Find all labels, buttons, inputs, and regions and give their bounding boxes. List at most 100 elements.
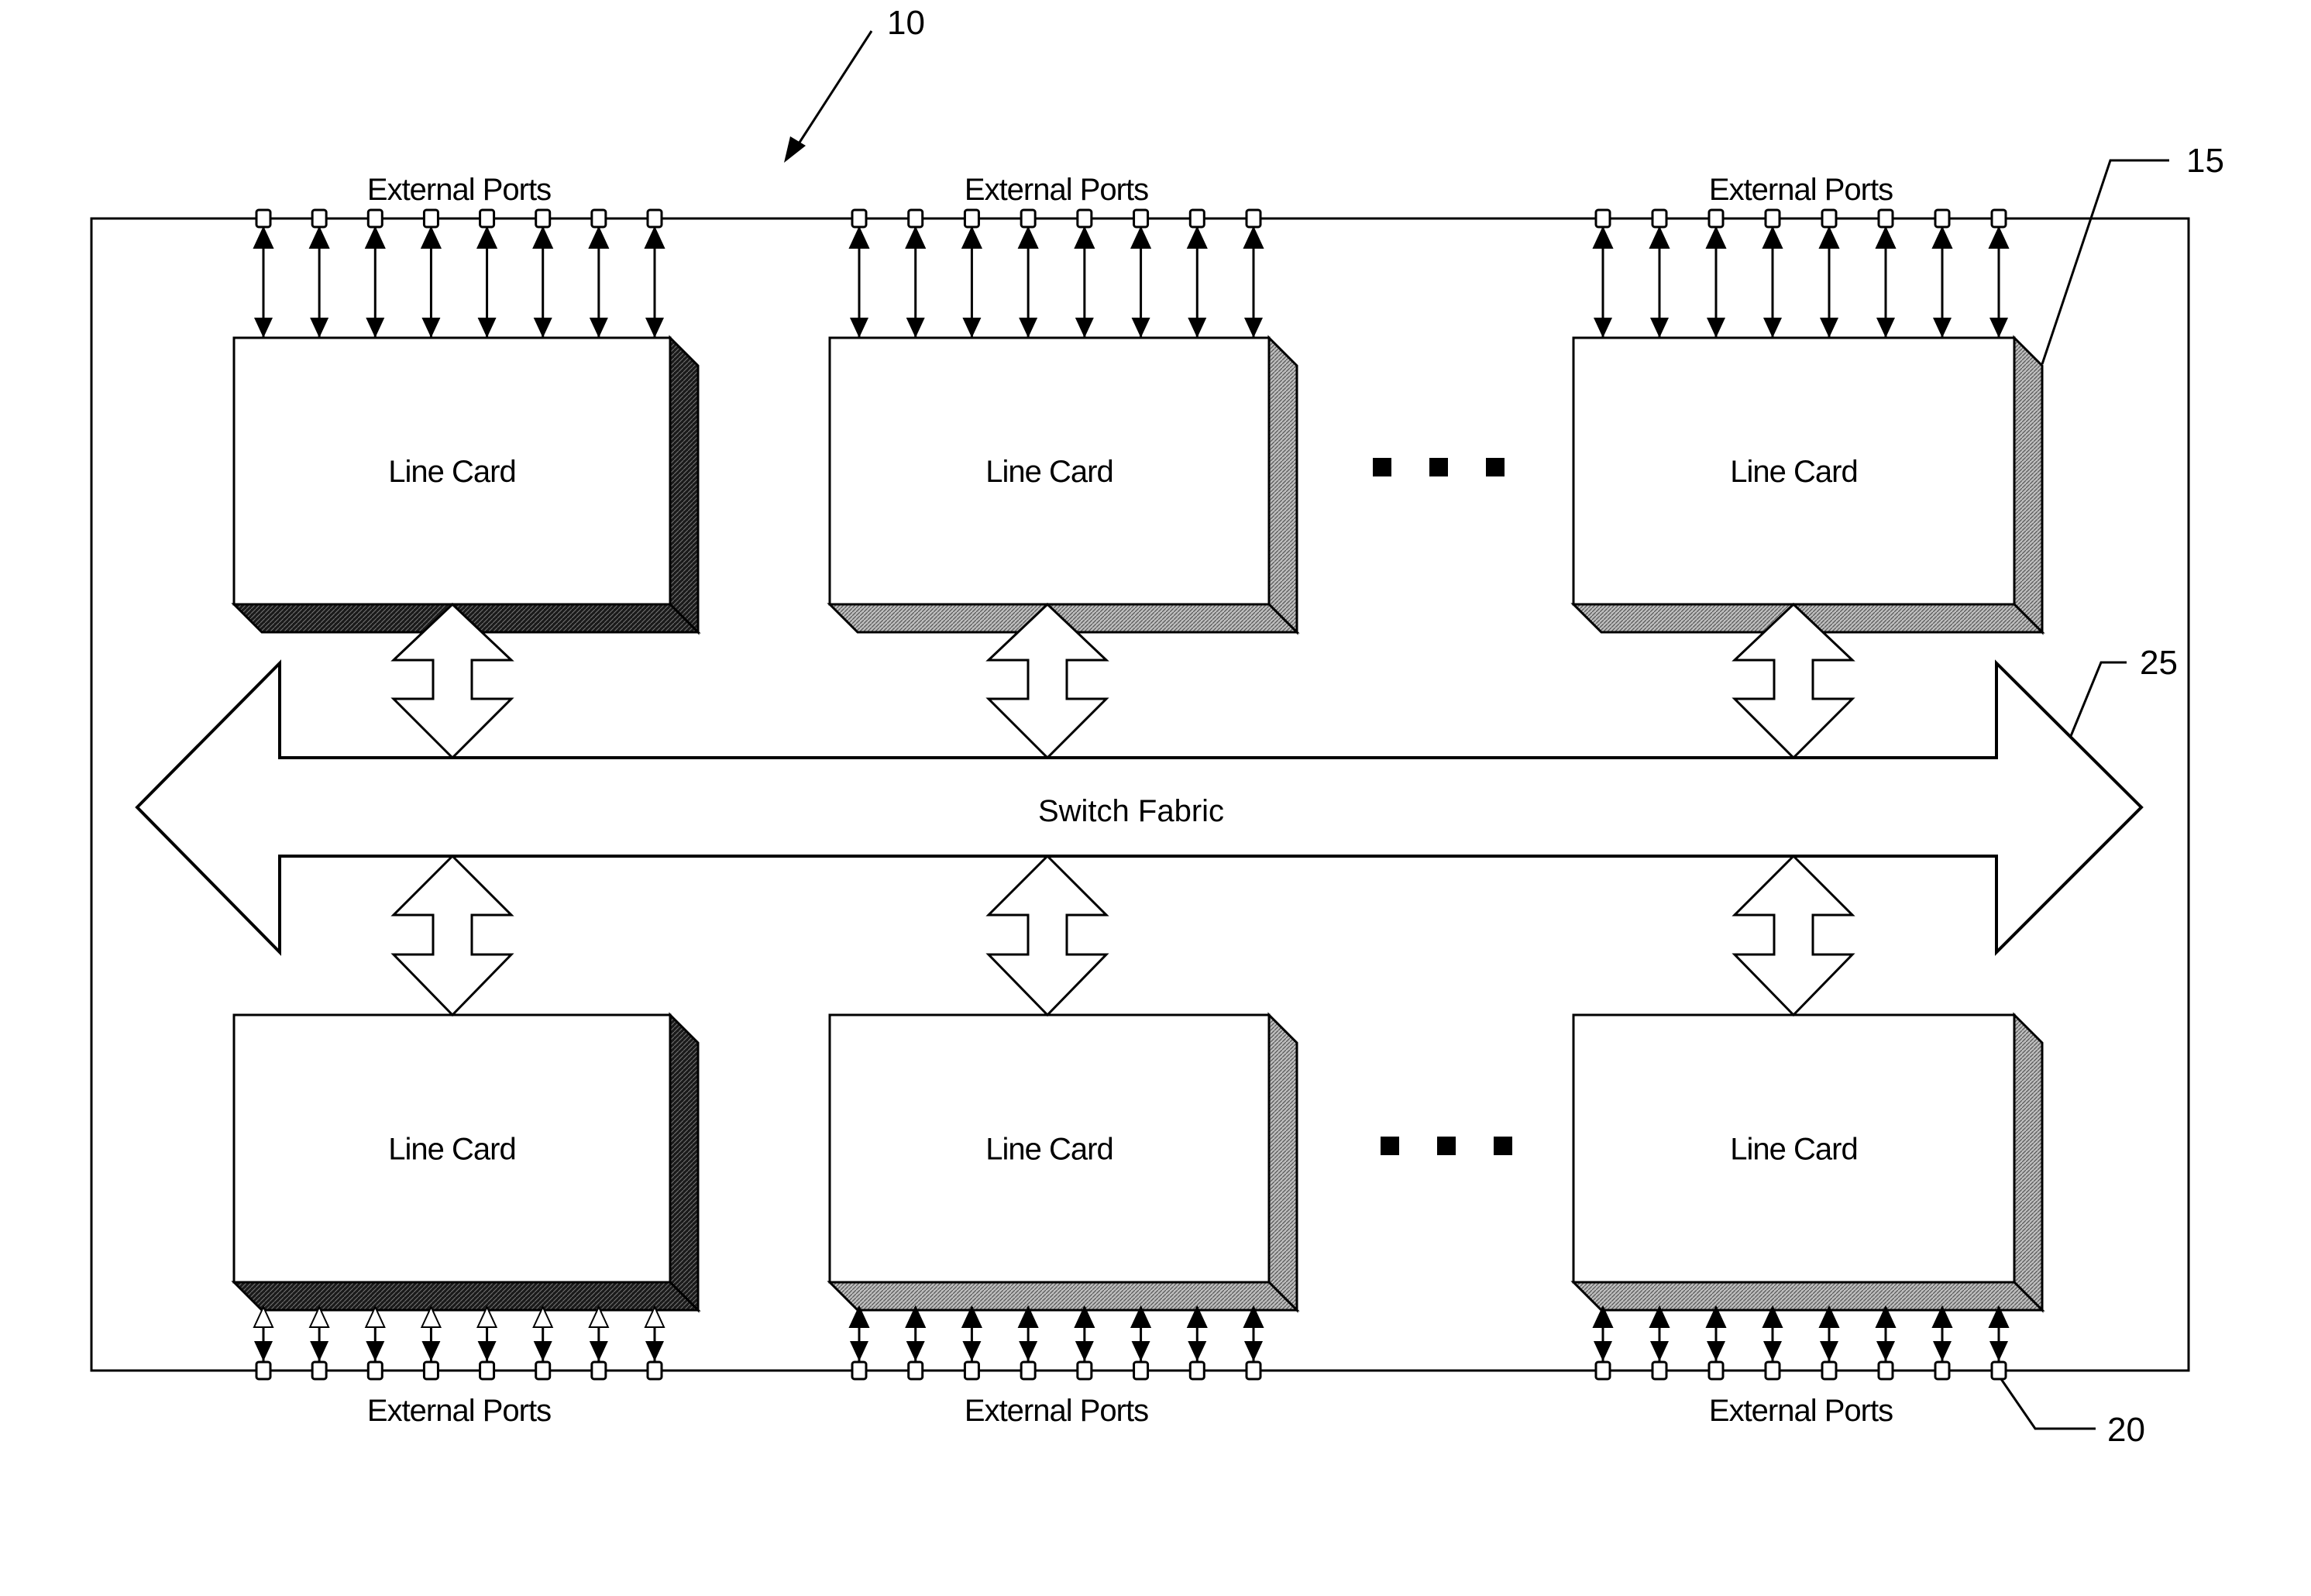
- external-port: [1877, 208, 1894, 229]
- line-card-bottom-face: [1570, 1281, 2045, 1312]
- external-port: [366, 1360, 383, 1381]
- external-port: [1020, 208, 1037, 229]
- line-card-label: Line Card: [1730, 455, 1857, 489]
- arrowhead-down-icon: [906, 318, 925, 338]
- arrowhead-down-icon: [1650, 318, 1669, 338]
- arrowhead-down-icon: [850, 1341, 868, 1361]
- continuation-dot: [1437, 1137, 1456, 1155]
- line-card-label: Line Card: [1730, 1133, 1857, 1167]
- external-port: [1245, 208, 1262, 229]
- line-card: Line Card External Ports: [1570, 173, 2045, 635]
- external-port: [255, 1360, 272, 1381]
- line-card-switch-diagram: Switch Fabric Line CardExternal PortsLin…: [90, 4, 2224, 1449]
- arrowhead-up-icon: [1818, 225, 1840, 249]
- external-port: [590, 208, 607, 229]
- external-port: [907, 1360, 924, 1381]
- arrowhead-down-icon: [1763, 1341, 1782, 1361]
- external-ports-label: External Ports: [367, 173, 551, 207]
- external-port: [1651, 208, 1668, 229]
- arrowhead-down-icon: [254, 1341, 273, 1361]
- external-port: [366, 208, 383, 229]
- arrowhead-down-icon: [1876, 1341, 1895, 1361]
- arrowhead-up-icon: [364, 225, 386, 249]
- external-port: [1076, 208, 1093, 229]
- ref-25-callout: 25: [2069, 644, 2178, 737]
- line-card-label: Line Card: [388, 1133, 515, 1167]
- arrowhead-down-icon: [1131, 1341, 1150, 1361]
- arrowhead-down-icon: [1188, 318, 1207, 338]
- external-port: [1821, 208, 1838, 229]
- arrowhead-down-icon: [1763, 318, 1782, 338]
- arrowhead-down-icon: [589, 318, 608, 338]
- fabric-link-arrow: [985, 854, 1109, 1017]
- external-port: [1020, 1360, 1037, 1381]
- external-port: [1133, 208, 1150, 229]
- external-port: [1651, 1360, 1668, 1381]
- arrowhead-down-icon: [1933, 318, 1952, 338]
- line-card-label: Line Card: [985, 1133, 1113, 1167]
- arrowhead-up-icon: [1017, 225, 1039, 249]
- external-ports: [253, 1305, 665, 1381]
- external-ports: [1592, 208, 2010, 338]
- arrowhead-down-icon: [366, 1341, 385, 1361]
- continuation-dot: [1486, 458, 1505, 476]
- external-port: [1821, 1360, 1838, 1381]
- arrowhead-up-icon: [588, 225, 610, 249]
- external-port: [1990, 208, 2007, 229]
- arrowhead-up-icon: [1988, 225, 2010, 249]
- arrowhead-down-icon: [1075, 318, 1094, 338]
- arrowhead-up-icon: [253, 225, 274, 249]
- arrowhead-up-icon: [1243, 225, 1264, 249]
- arrowhead-down-icon: [1131, 318, 1150, 338]
- external-port: [646, 208, 663, 229]
- arrowhead-up-icon: [1649, 225, 1670, 249]
- arrowhead-down-icon: [645, 318, 664, 338]
- external-port: [1934, 1360, 1951, 1381]
- arrowhead-down-icon: [1876, 318, 1895, 338]
- external-port: [422, 1360, 439, 1381]
- arrowhead-down-icon: [477, 1341, 497, 1361]
- external-port: [963, 1360, 980, 1381]
- arrowhead-down-icon: [366, 318, 385, 338]
- external-port: [1076, 1360, 1093, 1381]
- arrowhead-down-icon: [533, 318, 552, 338]
- arrowhead-up-icon: [848, 225, 870, 249]
- arrowhead-down-icon: [962, 318, 982, 338]
- external-ports: [848, 1305, 1264, 1381]
- continuation-marker-bottom: [1381, 1137, 1512, 1155]
- ref-numeral-switch-fabric: 25: [2140, 644, 2178, 682]
- external-port: [963, 208, 980, 229]
- arrowhead-up-icon: [308, 225, 330, 249]
- continuation-dot: [1373, 458, 1391, 476]
- ref-10-arrowhead-icon: [784, 136, 806, 163]
- arrowhead-down-icon: [477, 318, 497, 338]
- arrowhead-down-icon: [1650, 1341, 1669, 1361]
- line-card: Line Card External Ports: [827, 173, 1300, 635]
- external-port: [1707, 1360, 1725, 1381]
- arrowhead-down-icon: [1594, 318, 1612, 338]
- continuation-dot: [1494, 1137, 1512, 1155]
- arrowhead-down-icon: [1019, 318, 1038, 338]
- line-card-side-face: [669, 1012, 700, 1313]
- line-card: Line Card External Ports: [1570, 1012, 2045, 1428]
- ref-numeral-line-card: 15: [2186, 142, 2224, 180]
- arrowhead-up-icon: [644, 225, 665, 249]
- arrowhead-down-icon: [421, 318, 441, 338]
- arrowhead-down-icon: [1707, 318, 1725, 338]
- arrowhead-down-icon: [1989, 318, 2008, 338]
- external-ports-label: External Ports: [965, 1394, 1148, 1428]
- arrowhead-up-icon: [1705, 225, 1727, 249]
- external-port: [646, 1360, 663, 1381]
- ref-20-callout: 20: [2000, 1378, 2145, 1449]
- ref-15-callout: 15: [2041, 142, 2224, 365]
- external-port: [255, 208, 272, 229]
- arrowhead-up-icon: [1186, 225, 1208, 249]
- line-card-side-face: [2013, 1012, 2044, 1313]
- arrowhead-up-icon: [476, 225, 498, 249]
- line-card-side-face: [1267, 1012, 1298, 1313]
- external-port: [1133, 1360, 1150, 1381]
- arrowhead-up-icon: [1875, 225, 1897, 249]
- arrowhead-down-icon: [1933, 1341, 1952, 1361]
- external-port: [907, 208, 924, 229]
- arrowhead-down-icon: [1707, 1341, 1725, 1361]
